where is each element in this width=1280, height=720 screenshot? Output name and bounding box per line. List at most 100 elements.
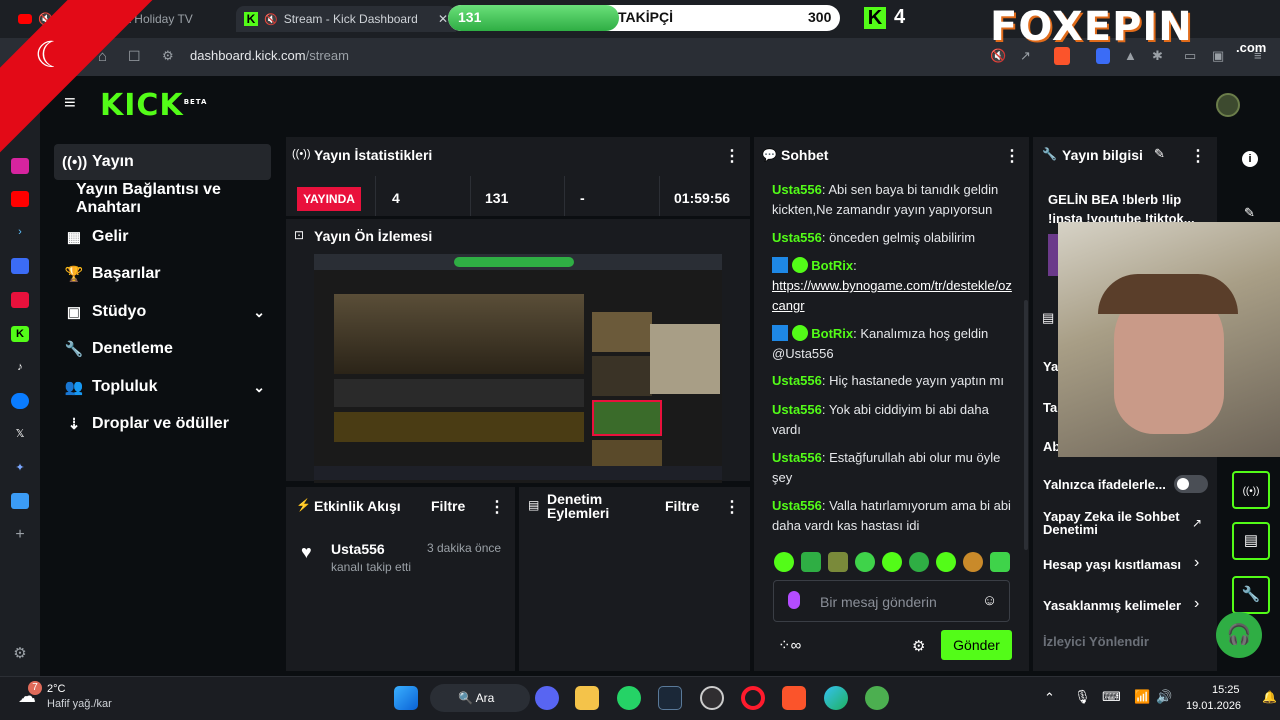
info-icon[interactable]: i	[1242, 151, 1258, 167]
bookmark-icon[interactable]: ☐	[128, 48, 141, 65]
emote-icon[interactable]	[909, 552, 929, 572]
close-icon[interactable]: ✕	[438, 12, 448, 26]
game-icon[interactable]	[11, 292, 29, 308]
nav-item-gelir[interactable]: ▦ Gelir	[54, 219, 271, 255]
messenger-icon[interactable]	[11, 393, 29, 409]
nav-item-yayin[interactable]: ((•)) Yayın	[54, 144, 271, 180]
prime-icon[interactable]: ›	[11, 224, 29, 240]
steam-icon[interactable]	[658, 686, 682, 710]
clock-date[interactable]: 19.01.2026	[1186, 700, 1241, 712]
stream-info-menu-icon[interactable]: ⋮	[1190, 146, 1206, 166]
url-field[interactable]: dashboard.kick.com/stream	[190, 48, 349, 63]
chevron-down-icon[interactable]: ⌄	[253, 304, 265, 321]
gemini-icon[interactable]: ✦	[11, 460, 29, 476]
support-chat-button[interactable]: 🎧	[1216, 612, 1262, 658]
emote-icon[interactable]	[774, 552, 794, 572]
notification-icon[interactable]: 🔔	[1262, 690, 1277, 704]
edit-icon[interactable]: ✎	[1244, 205, 1255, 221]
stats-menu-icon[interactable]: ⋮	[724, 146, 740, 166]
chat-username[interactable]: Usta556	[772, 373, 822, 388]
chat-settings-icon[interactable]: ⚙	[912, 637, 925, 655]
chat-username[interactable]: BotRix	[811, 326, 853, 341]
emote-icon[interactable]	[990, 552, 1010, 572]
mail-icon[interactable]	[11, 258, 29, 274]
emote-icon[interactable]	[801, 552, 821, 572]
edge-icon[interactable]	[824, 686, 848, 710]
mute-site-icon[interactable]: 🔇	[990, 48, 1006, 64]
download-icon[interactable]	[11, 493, 29, 509]
tiktok-icon[interactable]: ♪	[11, 359, 29, 375]
redirect-viewers-label[interactable]: İzleyici Yönlendir	[1043, 634, 1149, 649]
chevron-down-icon[interactable]: ⌄	[253, 379, 265, 396]
mute-icon[interactable]: 🔇	[264, 13, 278, 26]
tools-action-button[interactable]: 🔧	[1232, 576, 1270, 614]
settings-icon[interactable]: ⚙	[11, 646, 29, 662]
activity-menu-icon[interactable]: ⋮	[489, 497, 505, 517]
bits-icon[interactable]: ⁘∞	[778, 636, 801, 654]
emote-icon[interactable]	[936, 552, 956, 572]
brave-icon[interactable]	[782, 686, 806, 710]
age-restriction-label[interactable]: Hesap yaşı kısıtlaması	[1043, 557, 1181, 572]
discord-icon[interactable]	[535, 686, 559, 710]
send-button[interactable]: Gönder	[941, 630, 1012, 660]
keyboard-icon[interactable]: ⌨	[1102, 689, 1121, 705]
emote-icon[interactable]	[882, 552, 902, 572]
emote-icon[interactable]	[828, 552, 848, 572]
puzzle-icon[interactable]: ✱	[1152, 48, 1163, 64]
external-link-icon[interactable]: ↗	[1192, 516, 1202, 530]
wallet-icon[interactable]: ▣	[1212, 48, 1224, 64]
browser-tab-kick[interactable]: K 🔇 Stream - Kick Dashboard ✕	[236, 6, 456, 32]
instagram-icon[interactable]	[11, 158, 29, 174]
microphone-icon[interactable]	[788, 591, 800, 609]
avatar[interactable]	[1216, 93, 1240, 117]
nav-item-stream-key[interactable]: Yayın Bağlantısı ve Anahtarı	[76, 181, 286, 217]
file-explorer-icon[interactable]	[575, 686, 599, 710]
chat-username[interactable]: Usta556	[772, 498, 822, 513]
emoji-icon[interactable]: ☺	[982, 592, 997, 609]
activity-user[interactable]: Usta556	[331, 541, 385, 557]
wifi-icon[interactable]: 📶	[1134, 689, 1150, 705]
chat-username[interactable]: BotRix	[811, 258, 853, 273]
chat-link[interactable]: https://www.bynogame.com/tr/destekle/ozc…	[772, 278, 1012, 313]
site-settings-icon[interactable]: ⚙	[162, 48, 174, 64]
chat-username[interactable]: Usta556	[772, 450, 822, 465]
chat-scrollbar[interactable]	[1024, 300, 1028, 550]
kick-logo[interactable]: KICKBETA	[100, 88, 207, 123]
chevron-right-icon[interactable]: ›	[1194, 554, 1199, 572]
chat-menu-icon[interactable]: ⋮	[1004, 146, 1020, 166]
chat-username[interactable]: Usta556	[772, 182, 822, 197]
mod-actions-menu-icon[interactable]: ⋮	[724, 497, 740, 517]
chevron-up-icon[interactable]: ⌃	[1044, 690, 1055, 706]
chat-username[interactable]: Usta556	[772, 402, 822, 417]
obs-icon[interactable]	[700, 686, 724, 710]
taskbar-search[interactable]: 🔍 Ara	[430, 684, 530, 712]
x-icon[interactable]: 𝕏	[11, 426, 29, 442]
banned-words-label[interactable]: Yasaklanmış kelimeler	[1043, 598, 1181, 613]
sidebar-toggle-icon[interactable]: ▭	[1184, 48, 1196, 64]
app-icon[interactable]	[865, 686, 889, 710]
nav-item-topluluk[interactable]: 👥 Topluluk ⌄	[54, 369, 271, 405]
kick-icon[interactable]: K	[11, 326, 29, 342]
layout-action-button[interactable]: ▤	[1232, 522, 1270, 560]
microphone-icon[interactable]: 🎙	[1074, 689, 1091, 705]
chevron-right-icon[interactable]: ›	[1194, 595, 1199, 613]
share-icon[interactable]: ↗	[1020, 48, 1031, 64]
clock-time[interactable]: 15:25	[1212, 684, 1240, 696]
nav-item-denetleme[interactable]: 🔧 Denetleme	[54, 331, 271, 367]
ai-moderation-label[interactable]: Yapay Zeka ile Sohbet Denetimi	[1043, 510, 1183, 536]
activity-filter-button[interactable]: Filtre	[431, 498, 465, 514]
nav-item-droplar[interactable]: ⇣ Droplar ve ödüller	[54, 406, 271, 442]
mod-actions-filter-button[interactable]: Filtre	[665, 498, 699, 514]
volume-icon[interactable]: 🔊	[1156, 689, 1172, 705]
opera-icon[interactable]	[741, 686, 765, 710]
chat-input[interactable]: Bir mesaj gönderin ☺	[773, 580, 1010, 622]
extension-shield-icon[interactable]	[1096, 48, 1110, 64]
emote-icon[interactable]	[855, 552, 875, 572]
windows-start-icon[interactable]	[394, 686, 418, 710]
edit-icon[interactable]: ✎	[1154, 146, 1165, 162]
stream-preview-video[interactable]	[314, 254, 722, 483]
chat-username[interactable]: Usta556	[772, 230, 822, 245]
nav-item-studyo[interactable]: ▣ Stüdyo ⌄	[54, 294, 271, 330]
hamburger-icon[interactable]: ≡	[64, 92, 76, 115]
youtube-icon[interactable]	[11, 191, 29, 207]
